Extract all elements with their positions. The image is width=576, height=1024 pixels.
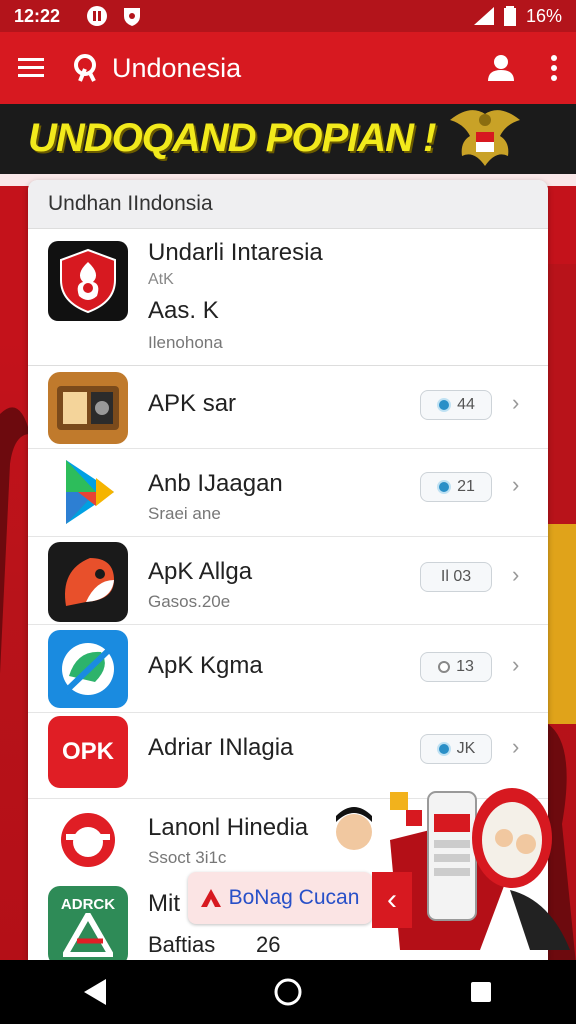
account-icon[interactable] bbox=[486, 53, 516, 83]
pause-notification-icon bbox=[87, 6, 108, 26]
app-logo-icon bbox=[74, 54, 96, 82]
status-ring-icon bbox=[438, 661, 451, 673]
list-item-value: 26 bbox=[256, 932, 281, 957]
list-item-subtitle: Baftias bbox=[148, 932, 216, 957]
list-item-name: Mit bbox=[148, 890, 180, 917]
list-item-name: APK sar bbox=[148, 390, 237, 417]
ring-app-icon bbox=[48, 804, 128, 876]
card-header: Undhan IIndonsia bbox=[28, 180, 548, 229]
featured-app-developer: Ilenohona bbox=[148, 333, 223, 352]
app-bar: Undonesia bbox=[0, 32, 576, 104]
list-item[interactable]: Anb IJaagan Sraei ane 21 › bbox=[28, 448, 548, 537]
opk-logo-text: OPK bbox=[61, 738, 114, 765]
radio-app-icon bbox=[48, 372, 128, 444]
chevron-right-icon[interactable]: › bbox=[512, 390, 519, 416]
list-item-subtitle: Sraei ane bbox=[148, 504, 221, 523]
battery-level: 16% bbox=[525, 5, 562, 26]
version-badge: Il 03 bbox=[420, 562, 492, 592]
map-app-icon bbox=[48, 630, 128, 708]
adrck-app-icon: ADRCK bbox=[48, 886, 128, 960]
recents-icon[interactable] bbox=[470, 981, 492, 1003]
status-dot-icon bbox=[436, 742, 451, 756]
list-item-name: Anb IJaagan bbox=[148, 470, 283, 497]
chevron-right-icon[interactable]: › bbox=[512, 562, 519, 588]
signal-icon bbox=[473, 7, 494, 25]
more-options-icon[interactable] bbox=[550, 55, 558, 81]
list-item-subtitle: Ssoct 3i1c bbox=[148, 848, 227, 867]
play-store-icon bbox=[48, 456, 128, 528]
chevron-right-icon[interactable]: › bbox=[512, 734, 519, 760]
featured-app-size: Aas. K bbox=[148, 297, 219, 324]
garuda-emblem-icon bbox=[450, 110, 520, 166]
status-dot-icon bbox=[437, 480, 452, 494]
featured-app-name: Undarli Intaresia bbox=[148, 239, 323, 266]
version-badge: 44 bbox=[420, 390, 492, 420]
list-item-name: Adriar INlagia bbox=[148, 734, 294, 761]
list-item[interactable]: ApK Allga Gasos.20e Il 03 › bbox=[28, 536, 548, 625]
list-item[interactable]: APK sar 44 › bbox=[28, 364, 548, 449]
parrot-app-icon bbox=[48, 542, 128, 622]
featured-app-type: AtK bbox=[148, 271, 174, 288]
chevron-right-icon[interactable]: › bbox=[512, 652, 519, 678]
promo-button-label: BoNag Cucan bbox=[228, 886, 360, 909]
chevron-left-icon[interactable]: ‹ bbox=[372, 872, 412, 928]
version-badge: 21 bbox=[420, 472, 492, 502]
list-item[interactable]: ApK Kgma 13 › bbox=[28, 624, 548, 713]
palm-silhouette-left bbox=[0, 407, 30, 674]
status-dot-icon bbox=[437, 398, 452, 412]
list-item-name: ApK Allga bbox=[148, 558, 253, 585]
promo-button[interactable]: BoNag Cucan bbox=[188, 872, 372, 924]
shield-notification-icon bbox=[124, 8, 141, 26]
list-item-name: Lanonl Hinedia bbox=[148, 814, 309, 841]
chevron-right-icon[interactable]: › bbox=[512, 472, 519, 498]
app-title: Undonesia bbox=[112, 52, 242, 83]
menu-icon[interactable] bbox=[18, 57, 44, 79]
status-bar: 12:22 16% bbox=[0, 0, 576, 32]
home-icon[interactable] bbox=[273, 977, 303, 1007]
back-icon[interactable] bbox=[83, 979, 106, 1005]
featured-app[interactable]: Undarli Intaresia AtK Aas. K Ilenohona bbox=[28, 229, 548, 366]
version-badge: 13 bbox=[420, 652, 492, 682]
status-time: 12:22 bbox=[14, 5, 61, 26]
battery-icon bbox=[503, 6, 516, 26]
brand-logo-icon bbox=[200, 889, 221, 907]
list-item-name: ApK Kgma bbox=[148, 652, 263, 679]
promo-character-illustration bbox=[330, 788, 570, 950]
opk-app-icon: OPK bbox=[48, 716, 128, 788]
version-badge: JK bbox=[420, 734, 492, 764]
banner-title: UNDOQAND POPIAN ! bbox=[28, 116, 436, 160]
adrck-logo-text: ADRCK bbox=[60, 895, 116, 913]
list-item-subtitle: Gasos.20e bbox=[148, 592, 231, 611]
system-nav-bar bbox=[0, 960, 576, 1024]
featured-app-icon bbox=[48, 241, 128, 321]
shield-flame-icon bbox=[60, 248, 116, 314]
